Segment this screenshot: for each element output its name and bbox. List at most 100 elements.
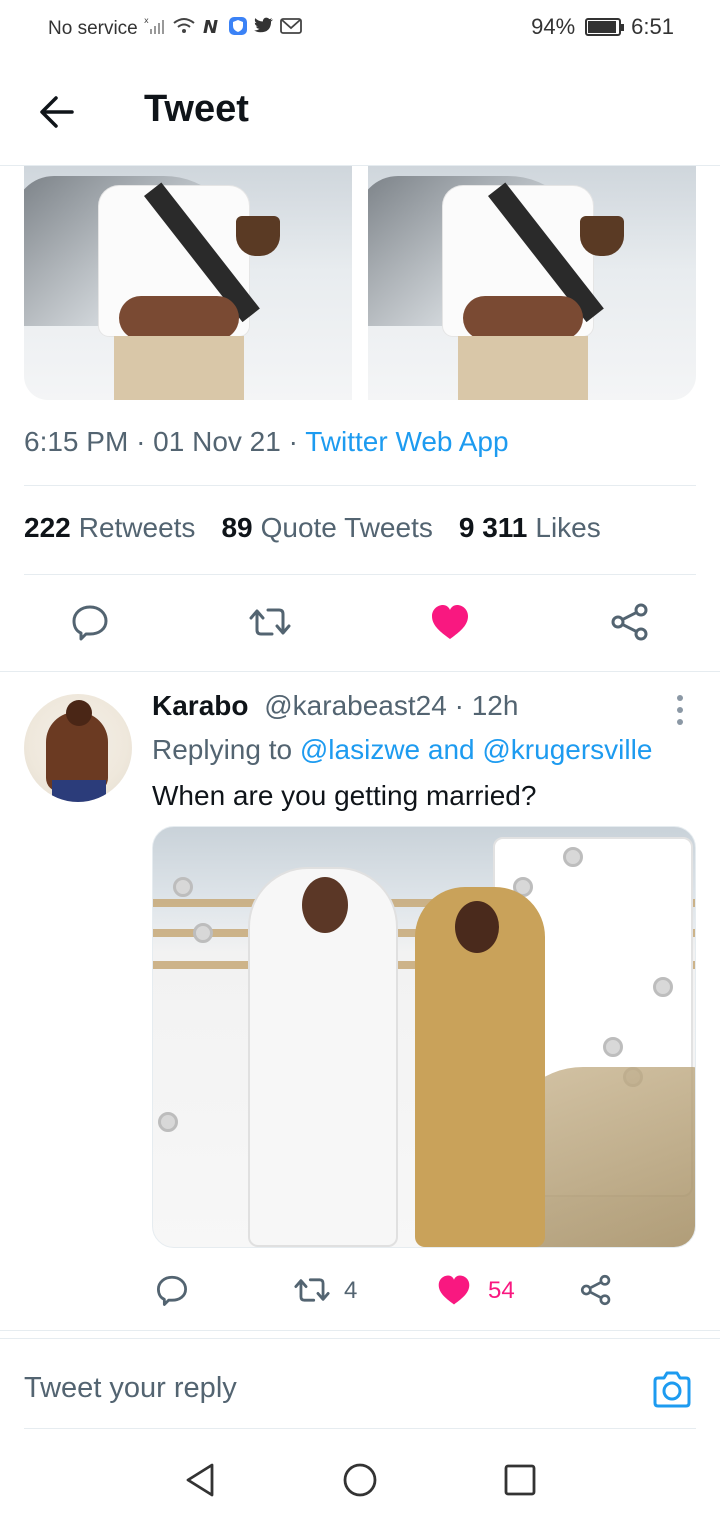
nav-back-icon	[186, 1463, 214, 1497]
retweets-count: 222	[24, 512, 71, 543]
reply-text: When are you getting married?	[152, 780, 537, 811]
heart-filled-icon	[432, 605, 468, 639]
nfc-icon: N	[202, 17, 222, 40]
signal-icon: x	[144, 16, 166, 40]
replying-handles[interactable]: @lasizwe and @krugersville	[300, 734, 653, 765]
reply-reply-button[interactable]	[150, 1268, 194, 1312]
meta-separator: ·	[288, 426, 306, 457]
share-icon	[580, 1274, 611, 1306]
retweet-button[interactable]	[248, 600, 292, 644]
tweet-stats: 222 Retweets 89 Quote Tweets 9 311 Likes	[24, 512, 601, 544]
camera-icon	[653, 1371, 691, 1408]
photo-arm	[463, 296, 583, 340]
nav-home-icon	[343, 1463, 377, 1497]
reply-retweet-count: 4	[344, 1277, 358, 1304]
meta-separator: ·	[454, 690, 472, 721]
gmail-icon	[279, 17, 302, 40]
clock: 6:51	[631, 14, 674, 39]
avatar-head	[66, 700, 92, 726]
status-bar: No service x N 94% 6:51	[0, 0, 720, 56]
replying-prefix: Replying to	[152, 734, 293, 765]
likes-label: Likes	[535, 512, 601, 543]
divider	[24, 574, 696, 575]
back-button[interactable]	[30, 86, 82, 138]
tweet-photo-1[interactable]	[24, 166, 352, 400]
retweets-label: Retweets	[78, 512, 196, 543]
status-left: No service x N	[48, 16, 302, 41]
back-arrow-icon	[40, 96, 74, 128]
nav-back-button[interactable]	[180, 1460, 220, 1500]
nav-recents-button[interactable]	[500, 1460, 540, 1500]
avatar-shorts	[52, 780, 106, 802]
tweet-photo-2[interactable]	[368, 166, 696, 400]
reply-button[interactable]	[68, 600, 112, 644]
reply-author-line: Karabo @karabeast24 · 12h	[152, 690, 518, 722]
likes-count: 9 311	[458, 512, 528, 543]
battery-fill	[588, 21, 617, 33]
share-button[interactable]	[608, 600, 652, 644]
more-dot	[677, 719, 683, 725]
reply-photo[interactable]	[152, 826, 696, 1248]
shield-icon	[228, 16, 248, 41]
page-title: Tweet	[144, 88, 249, 130]
retweets-stat[interactable]: 222 Retweets	[24, 512, 195, 544]
photo-bulb	[158, 1112, 178, 1132]
retweet-icon	[294, 1278, 330, 1302]
divider	[24, 1428, 696, 1429]
quotes-stat[interactable]: 89 Quote Tweets	[221, 512, 432, 544]
photo-bulb	[653, 977, 673, 997]
divider	[0, 1338, 720, 1339]
reply-icon	[156, 1275, 188, 1306]
reply-retweet-button[interactable]	[290, 1268, 334, 1312]
photo-person-left	[248, 867, 398, 1247]
like-button[interactable]	[428, 600, 472, 644]
photo-bulb	[603, 1037, 623, 1057]
quotes-count: 89	[221, 512, 253, 543]
tweet-meta: 6:15 PM · 01 Nov 21 · Twitter Web App	[24, 426, 509, 458]
divider	[24, 485, 696, 486]
tweet-time: 6:15 PM	[24, 426, 129, 457]
camera-button[interactable]	[650, 1368, 694, 1412]
avatar[interactable]	[24, 694, 132, 802]
photo-pants	[114, 336, 244, 400]
more-dot	[677, 707, 683, 713]
system-nav-bar	[0, 1440, 720, 1520]
reply-author-handle[interactable]: @karabeast24	[264, 690, 447, 721]
nav-recents-icon	[504, 1464, 536, 1496]
photo-pants	[458, 336, 588, 400]
retweet-icon	[249, 608, 291, 636]
meta-separator: ·	[136, 426, 154, 457]
carrier-label: No service	[48, 17, 138, 39]
reply-like-button[interactable]	[432, 1268, 476, 1312]
tweet-source-link[interactable]: Twitter Web App	[305, 426, 508, 457]
app-header: Tweet	[0, 56, 720, 166]
heart-filled-icon	[438, 1275, 470, 1305]
divider	[0, 671, 720, 672]
svg-text:N: N	[203, 17, 218, 35]
more-dot	[677, 695, 683, 701]
replying-to: Replying to @lasizwe and @krugersville	[152, 734, 652, 766]
photo-bulb	[193, 923, 213, 943]
svg-text:x: x	[144, 17, 149, 25]
photo-bulb	[173, 877, 193, 897]
reply-compose-field[interactable]: Tweet your reply	[24, 1372, 237, 1405]
reply-icon	[72, 605, 108, 641]
more-options-button[interactable]	[666, 692, 694, 728]
divider	[0, 1330, 720, 1331]
photo-bulb	[563, 847, 583, 867]
wifi-icon	[172, 17, 196, 40]
photo-arm	[119, 296, 239, 340]
reply-like-count: 54	[488, 1277, 515, 1304]
share-icon	[611, 603, 648, 641]
nav-home-button[interactable]	[340, 1460, 380, 1500]
tweet-date: 01 Nov 21	[153, 426, 281, 457]
reply-author-name[interactable]: Karabo	[152, 690, 248, 721]
photo-face	[455, 901, 499, 953]
status-right: 94% 6:51	[531, 14, 674, 40]
photo-cup	[236, 216, 280, 256]
reply-time: 12h	[471, 690, 519, 721]
photo-cup	[580, 216, 624, 256]
twitter-icon	[253, 17, 274, 40]
likes-stat[interactable]: 9 311 Likes	[459, 512, 601, 544]
reply-share-button[interactable]	[574, 1268, 618, 1312]
